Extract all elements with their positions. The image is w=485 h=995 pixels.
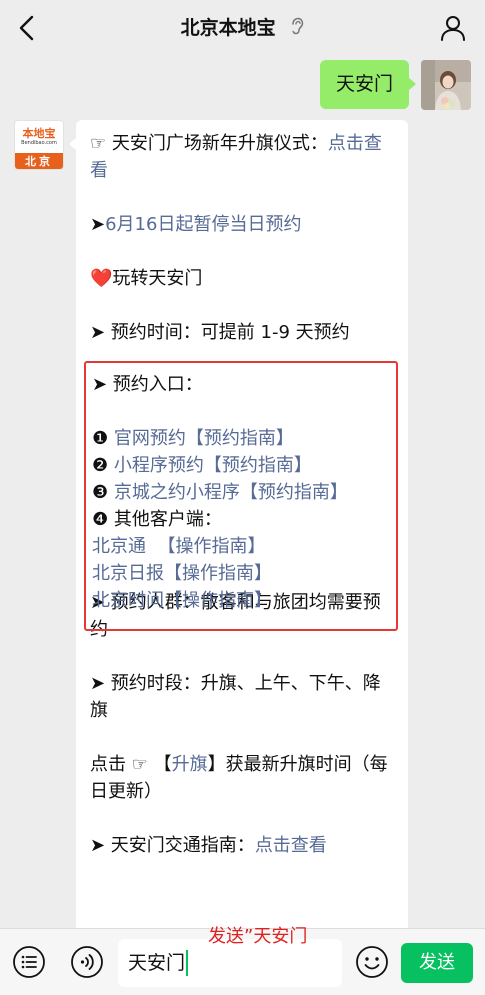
title-bar: 北京本地宝: [0, 0, 485, 56]
logo-site: Bendibao.com: [21, 139, 57, 146]
arrow-icon: ➤: [90, 214, 106, 235]
reply-message-bubble: ☞ 天安门广场新年升旗仪式：点击查看 ➤6月16日起暂停当日预约 ❤️玩转天安门…: [69, 120, 408, 928]
pause-notice-link[interactable]: 6月16日起暂停当日预约: [105, 214, 301, 235]
traffic-guide-text: ➤ 天安门交通指南：: [90, 835, 255, 856]
text-cursor: [186, 950, 189, 976]
user-avatar[interactable]: [421, 60, 471, 110]
outgoing-message-row: 天安门: [319, 60, 471, 110]
booking-entry-item: ❷ 小程序预约【预约指南】: [92, 452, 392, 479]
beijing-time-guide-link[interactable]: 【操作指南】: [164, 590, 272, 611]
menu-list-icon[interactable]: [12, 945, 46, 979]
chat-title: 北京本地宝: [180, 17, 276, 39]
newyear-flag-text: ☞ 天安门广场新年升旗仪式：: [90, 133, 328, 154]
booking-entry-item: ❸ 京城之约小程序【预约指南】: [92, 479, 392, 506]
traffic-guide-line: ➤ 天安门交通指南：点击查看: [90, 832, 396, 859]
booking-entry-title: ➤ 预约入口：: [92, 374, 203, 395]
flag-time-line: 点击 ☞ 【升旗】获最新升旗时间（每日更新）: [90, 751, 396, 805]
client-item: 北京通 【操作指南】: [92, 533, 392, 560]
booking-entry-section: ➤ 预约入口： ❶ 官网预约【预约指南】 ❷ 小程序预约【预约指南】 ❸ 京城之…: [92, 371, 392, 614]
mini-program-guide-link[interactable]: 【预约指南】: [204, 455, 312, 476]
beijing-time-link[interactable]: 北京时间: [92, 590, 164, 611]
profile-icon[interactable]: [437, 12, 469, 44]
chat-area[interactable]: 天安门 本地宝 Bendibao.com 北京 ☞ 天安门广场新年升旗仪式：点击…: [0, 56, 485, 928]
account-logo: 本地宝 Bendibao.com: [15, 121, 63, 153]
traffic-guide-link[interactable]: 点击查看: [255, 835, 327, 856]
input-value-text: 天安门: [128, 952, 186, 974]
number-badge: ❷: [92, 455, 114, 476]
number-badge: ❸: [92, 482, 114, 503]
booking-period-line: ➤ 预约时段：升旗、上午、下午、降旗: [90, 673, 381, 721]
annotation-label: 发送”天安门: [208, 926, 308, 947]
outgoing-message-text: 天安门: [335, 73, 393, 95]
booking-time-line: ➤ 预约时间：可提前 1-9 天预约: [90, 322, 350, 343]
jingcheng-guide-link[interactable]: 【预约指南】: [240, 482, 348, 503]
official-site-guide-link[interactable]: 【预约指南】: [186, 428, 294, 449]
pause-notice-line: ➤6月16日起暂停当日预约: [90, 211, 396, 238]
mini-program-booking-link[interactable]: 小程序预约: [114, 455, 204, 476]
ear-mode-icon: [290, 17, 304, 40]
newyear-flag-line: ☞ 天安门广场新年升旗仪式：点击查看: [90, 130, 396, 184]
beijing-daily-guide-link[interactable]: 【操作指南】: [164, 563, 272, 584]
number-badge: ❶: [92, 428, 114, 449]
jingcheng-mini-program-link[interactable]: 京城之约小程序: [114, 482, 240, 503]
official-site-booking-link[interactable]: 官网预约: [114, 428, 186, 449]
send-button[interactable]: 发送: [401, 943, 473, 983]
flag-time-prefix: 点击 ☞ 【: [90, 754, 172, 775]
logo-city: 北京: [15, 153, 63, 169]
beijing-daily-link[interactable]: 北京日报: [92, 563, 164, 584]
outgoing-message-bubble[interactable]: 天安门: [319, 60, 417, 109]
beijingtong-link[interactable]: 北京通: [92, 536, 146, 557]
flag-time-link[interactable]: 升旗: [172, 754, 208, 775]
client-item: 北京时间【操作指南】: [92, 587, 392, 614]
account-avatar[interactable]: 本地宝 Bendibao.com 北京: [14, 120, 64, 170]
fun-guide-heading: ❤️玩转天安门: [90, 268, 203, 289]
logo-text: 本地宝: [22, 126, 56, 140]
message-input-value: 天安门: [128, 950, 189, 976]
chat-title-wrap: 北京本地宝: [0, 13, 485, 40]
other-clients-title: ❹ 其他客户端：: [92, 509, 222, 530]
beijingtong-guide-link[interactable]: 【操作指南】: [157, 536, 265, 557]
client-item: 北京日报【操作指南】: [92, 560, 392, 587]
booking-entry-item: ❶ 官网预约【预约指南】: [92, 425, 392, 452]
voice-input-icon[interactable]: [70, 945, 104, 979]
emoji-icon[interactable]: [355, 945, 389, 979]
